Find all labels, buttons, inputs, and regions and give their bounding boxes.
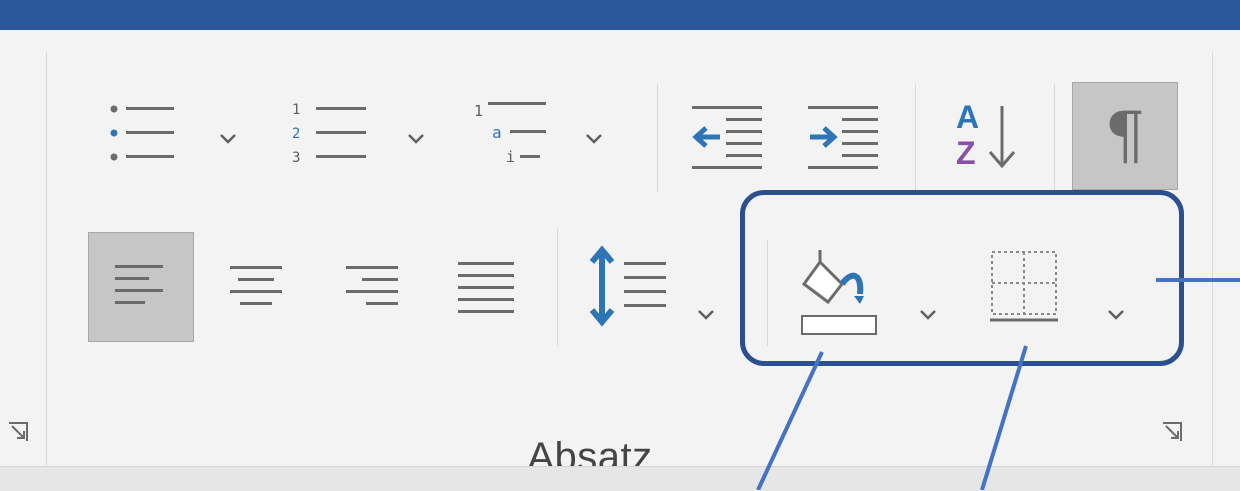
multilevel-list-button[interactable]: 1 a i [466, 92, 562, 172]
sort-button[interactable]: A Z [944, 92, 1028, 176]
multilevel-label-a: a [492, 123, 502, 142]
increase-indent-button[interactable] [800, 96, 886, 176]
numbering-digit-1: 1 [292, 102, 300, 118]
decrease-indent-button[interactable] [684, 96, 770, 176]
title-bar [0, 0, 1240, 30]
align-left-icon [115, 265, 163, 304]
highlight-annotation-box [740, 190, 1184, 366]
justify-button[interactable] [444, 244, 528, 328]
bullets-dropdown-chevron-down-icon[interactable] [216, 126, 240, 150]
sort-letter-a: A [956, 99, 979, 135]
align-right-icon [346, 266, 398, 305]
row1-separator-2 [915, 84, 916, 192]
justify-icon [458, 262, 514, 313]
row1-separator-3 [1054, 84, 1055, 192]
paragraph-dialog-launcher-icon[interactable] [1160, 420, 1184, 444]
align-center-button[interactable] [214, 244, 298, 328]
numbering-dropdown-chevron-down-icon[interactable] [404, 126, 428, 150]
sort-az-icon: A Z [956, 99, 1016, 171]
numbering-digit-3: 3 [292, 150, 300, 166]
show-formatting-marks-button[interactable]: ¶ [1072, 82, 1178, 190]
pilcrow-icon: ¶ [1104, 99, 1146, 173]
group-separator-left [46, 52, 47, 472]
sort-letter-z: Z [956, 135, 976, 171]
bullet-list-icon [110, 105, 174, 161]
numbered-list-icon: 1 2 3 [292, 102, 366, 166]
font-dialog-launcher-icon[interactable] [6, 420, 30, 444]
align-left-button[interactable] [88, 232, 194, 342]
multilevel-list-icon: 1 a i [474, 102, 546, 166]
bullets-button[interactable] [98, 92, 188, 172]
line-spacing-button[interactable] [584, 242, 674, 330]
numbering-digit-2: 2 [292, 126, 300, 142]
group-separator-right [1212, 52, 1213, 472]
row1-separator-1 [657, 84, 658, 192]
multilevel-dropdown-chevron-down-icon[interactable] [582, 126, 606, 150]
numbering-button[interactable]: 1 2 3 [286, 92, 378, 172]
increase-indent-icon [808, 106, 878, 169]
decrease-indent-icon [692, 106, 762, 169]
line-spacing-dropdown-chevron-down-icon[interactable] [694, 302, 718, 326]
row2-separator-1 [557, 228, 558, 346]
line-spacing-icon [589, 245, 666, 327]
align-center-icon [230, 266, 282, 305]
ribbon-bottom-edge [0, 466, 1240, 491]
multilevel-label-i: i [506, 148, 515, 166]
multilevel-label-1: 1 [474, 102, 483, 120]
align-right-button[interactable] [330, 244, 414, 328]
